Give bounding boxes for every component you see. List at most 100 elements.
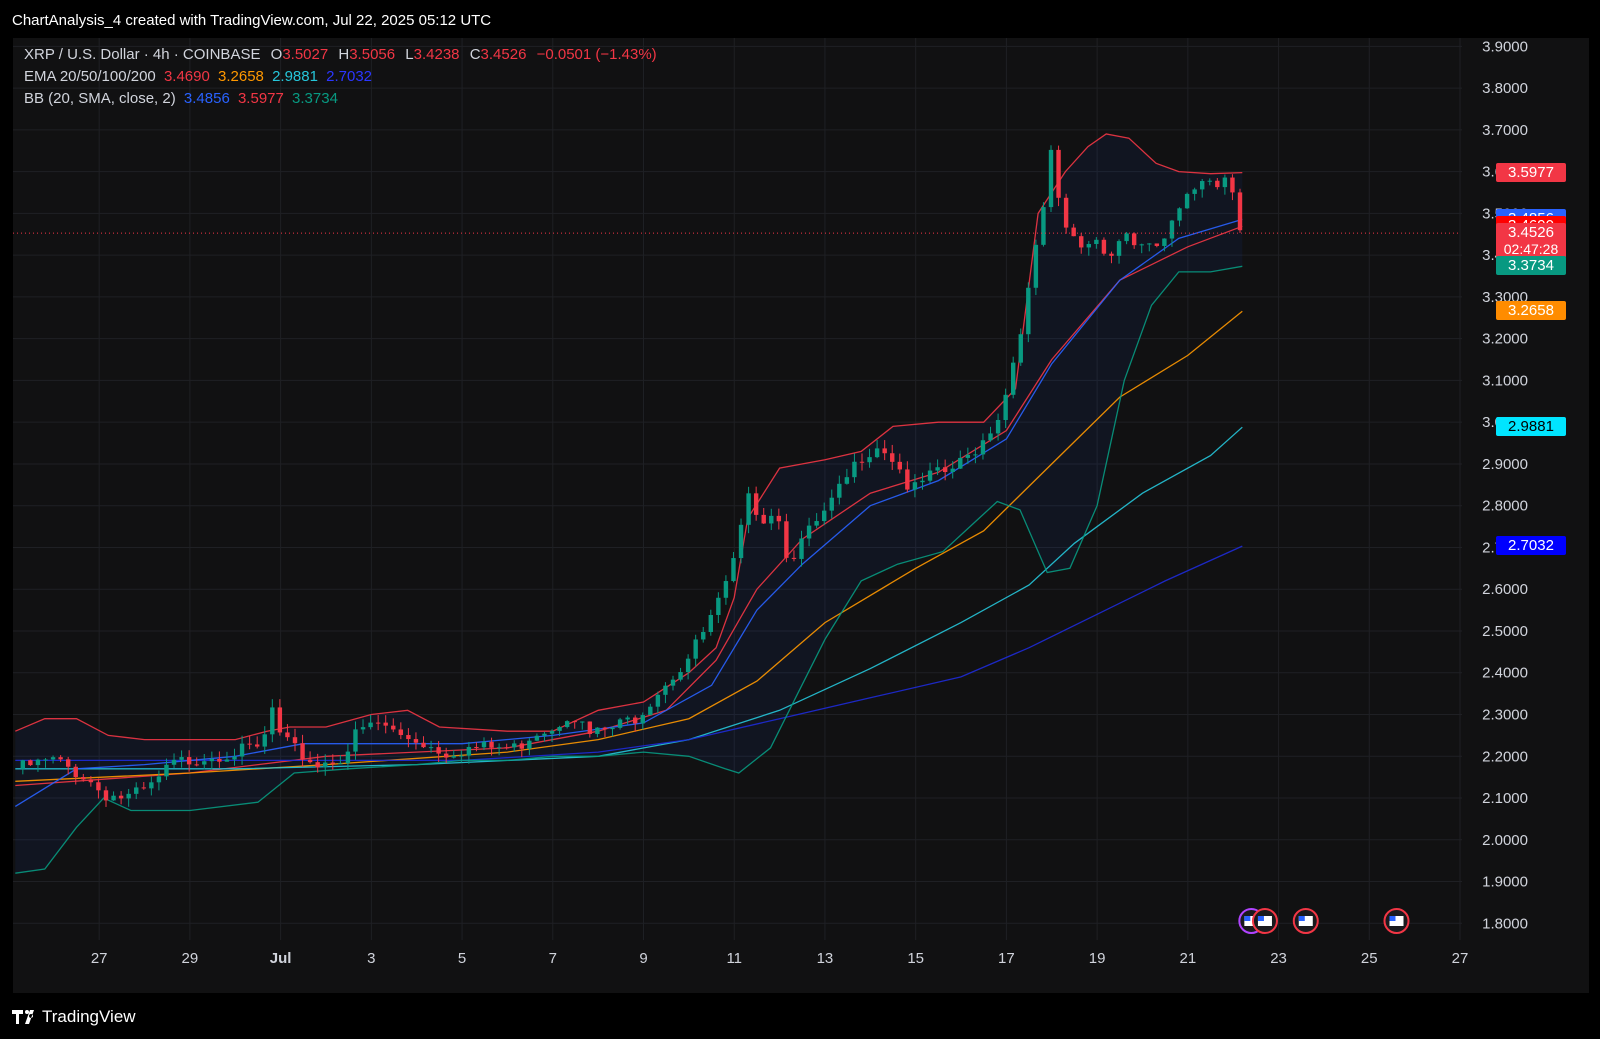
footer: TradingView bbox=[0, 993, 1600, 1039]
candle-body bbox=[149, 782, 154, 789]
open-value: 3.5027 bbox=[282, 46, 329, 63]
candle-body bbox=[466, 746, 472, 756]
candle-body bbox=[806, 525, 812, 539]
y-tick-label: 2.9000 bbox=[1482, 456, 1528, 473]
candle-body bbox=[126, 793, 131, 799]
ema200-value: 2.7032 bbox=[326, 68, 373, 85]
price-tag-value: 3.3734 bbox=[1508, 257, 1554, 275]
candle-body bbox=[1200, 181, 1205, 190]
y-tick-label: 3.7000 bbox=[1482, 122, 1528, 139]
y-tick-label: 2.0000 bbox=[1482, 832, 1528, 849]
candle-body bbox=[1131, 233, 1137, 246]
candle-body bbox=[65, 759, 71, 767]
tradingview-brand-label: TradingView bbox=[42, 1007, 136, 1026]
candle-body bbox=[300, 743, 305, 760]
ema-label[interactable]: EMA 20/50/100/200 bbox=[24, 68, 156, 85]
y-tick-label: 1.9000 bbox=[1482, 874, 1528, 891]
candle-body bbox=[512, 743, 517, 748]
candle-body bbox=[708, 614, 713, 633]
candle-body bbox=[693, 639, 698, 659]
candle-body bbox=[43, 759, 48, 761]
candle-body bbox=[164, 764, 169, 777]
price-tag-value: 3.4526 bbox=[1508, 224, 1554, 242]
candle-body bbox=[935, 467, 940, 471]
candle-body bbox=[927, 470, 933, 481]
ema-legend: EMA 20/50/100/200 3.4690 3.2658 2.9881 2… bbox=[24, 68, 372, 85]
x-tick-label: 27 bbox=[1452, 950, 1469, 967]
tradingview-brand[interactable]: TradingView bbox=[12, 1007, 136, 1027]
candle-body bbox=[995, 420, 1001, 434]
y-tick-label: 2.4000 bbox=[1482, 665, 1528, 682]
candle-body bbox=[443, 753, 449, 758]
candle-body bbox=[942, 467, 948, 473]
us-flag-canton-icon bbox=[1244, 916, 1251, 921]
candle-body bbox=[1018, 334, 1023, 363]
candle-body bbox=[368, 722, 373, 728]
candle-body bbox=[360, 727, 366, 730]
candle-body bbox=[1003, 394, 1008, 421]
candle-body bbox=[640, 715, 645, 724]
x-tick-label: 17 bbox=[998, 950, 1015, 967]
x-tick-label: 3 bbox=[367, 950, 375, 967]
candle-body bbox=[20, 760, 26, 769]
candle-body bbox=[1094, 239, 1099, 245]
candle-body bbox=[587, 721, 593, 734]
high-label: H bbox=[338, 46, 350, 63]
candle-body bbox=[1230, 177, 1235, 193]
candle-body bbox=[814, 521, 819, 526]
candle-body bbox=[436, 747, 441, 754]
candle-body bbox=[1041, 207, 1046, 245]
x-tick-label: 23 bbox=[1270, 950, 1287, 967]
candle-body bbox=[375, 722, 381, 724]
candle-body bbox=[73, 766, 78, 778]
candle-body bbox=[247, 743, 252, 745]
candle-body bbox=[96, 782, 101, 791]
candle-body bbox=[988, 433, 993, 441]
price-tag-value: 3.2658 bbox=[1508, 302, 1554, 320]
candle-body bbox=[134, 787, 139, 794]
candle-body bbox=[88, 779, 94, 783]
candle-body bbox=[481, 741, 487, 748]
x-tick-label: 9 bbox=[639, 950, 647, 967]
candle-body bbox=[791, 557, 797, 559]
symbol-label[interactable]: XRP / U.S. Dollar · 4h · COINBASE bbox=[24, 46, 260, 63]
candle-body bbox=[519, 743, 524, 749]
y-tick-label: 2.8000 bbox=[1482, 498, 1528, 515]
candle-body bbox=[542, 733, 547, 736]
candle-body bbox=[670, 679, 676, 686]
candle-body bbox=[292, 737, 298, 744]
candle-body bbox=[1010, 362, 1016, 395]
candle-body bbox=[451, 755, 456, 758]
price-tag: 3.4526 02:47:28 bbox=[1496, 223, 1566, 259]
price-tag: 2.9881 bbox=[1496, 417, 1566, 437]
candle-body bbox=[784, 521, 789, 558]
candle-body bbox=[1079, 236, 1084, 248]
candle-body bbox=[746, 493, 751, 525]
candle-body bbox=[685, 658, 691, 673]
price-tag: 3.2658 bbox=[1496, 301, 1566, 321]
candle-body bbox=[1177, 208, 1182, 221]
candle-body bbox=[1071, 227, 1076, 237]
price-tag-value: 3.5977 bbox=[1508, 163, 1554, 181]
candle-body bbox=[232, 756, 237, 760]
candle-body bbox=[912, 482, 918, 490]
candle-body bbox=[1139, 244, 1144, 246]
candle-body bbox=[738, 524, 744, 559]
tradingview-logo-icon bbox=[12, 1010, 34, 1024]
candle-body bbox=[973, 454, 978, 456]
candle-body bbox=[459, 755, 464, 757]
candle-body bbox=[965, 454, 971, 458]
x-tick-label: 27 bbox=[91, 950, 108, 967]
candle-body bbox=[338, 763, 343, 765]
candle-body bbox=[1222, 177, 1228, 188]
candle-body bbox=[852, 461, 857, 478]
candle-body bbox=[398, 729, 404, 736]
candle-body bbox=[821, 510, 827, 522]
candle-body bbox=[761, 514, 766, 524]
candle-body bbox=[224, 759, 230, 762]
candle-body bbox=[799, 538, 804, 559]
us-flag-canton-icon bbox=[1298, 916, 1305, 921]
bb-label[interactable]: BB (20, SMA, close, 2) bbox=[24, 90, 176, 107]
price-chart[interactable]: 3.90003.80003.70003.60003.50003.40003.30… bbox=[0, 0, 1600, 1039]
candle-body bbox=[217, 758, 222, 762]
